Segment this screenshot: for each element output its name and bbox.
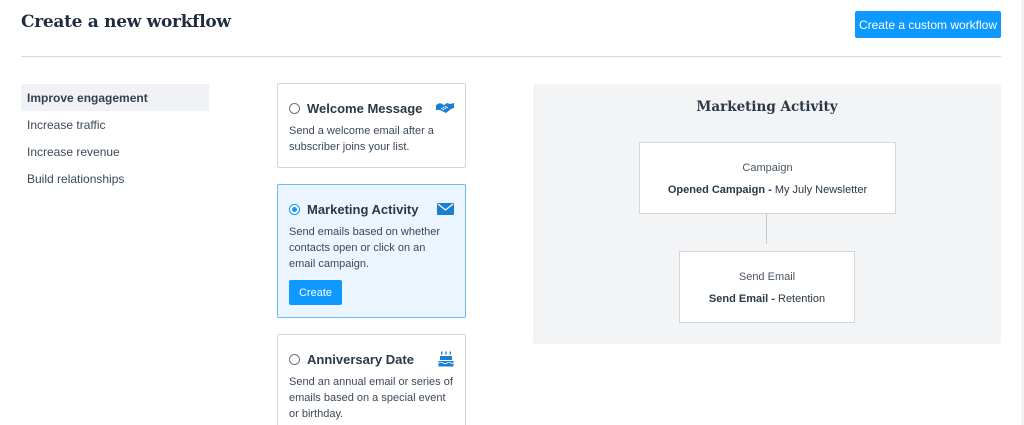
sidebar-item-build-relationships[interactable]: Build relationships [21, 165, 209, 192]
envelope-icon [436, 201, 454, 217]
sidebar-item-increase-traffic[interactable]: Increase traffic [21, 111, 209, 138]
workflow-node-send-email: Send Email Send Email - Retention [679, 251, 855, 323]
node-label: Campaign [742, 162, 793, 174]
template-description: Send an annual email or series of emails… [289, 376, 453, 420]
node-detail-strong: Send Email - [708, 293, 775, 305]
cake-icon [436, 351, 454, 367]
node-label: Send Email [738, 271, 796, 283]
node-detail: Opened Campaign - My July Newsletter [640, 184, 895, 196]
template-card-anniversary-date[interactable]: Anniversary Date Send an annual email or… [277, 334, 466, 425]
sidebar-item-label: Increase traffic [27, 117, 106, 132]
sidebar-item-label: Increase revenue [27, 144, 120, 159]
workflow-preview-panel: Marketing Activity Campaign Opened Campa… [533, 84, 1001, 344]
template-card-marketing-activity[interactable]: Marketing Activity Send emails based on … [277, 184, 466, 318]
template-title: Anniversary Date [307, 351, 414, 367]
template-radio[interactable] [289, 353, 300, 365]
preview-title: Marketing Activity [696, 99, 838, 115]
template-radio[interactable] [289, 102, 300, 114]
workflow-connector [766, 213, 767, 244]
create-button[interactable]: Create [289, 280, 342, 305]
header-divider [21, 56, 1001, 57]
create-custom-workflow-button[interactable]: Create a custom workflow [855, 11, 1001, 38]
handshake-icon [436, 100, 454, 116]
template-description: Send emails based on whether contacts op… [289, 226, 441, 270]
node-detail-rest: My July Newsletter [771, 184, 868, 196]
page-title: Create a new workflow [21, 12, 231, 32]
template-radio[interactable] [289, 203, 300, 215]
node-detail-strong: Opened Campaign - [667, 184, 772, 196]
goal-sidebar: Improve engagement Increase traffic Incr… [21, 84, 209, 192]
sidebar-item-label: Build relationships [27, 171, 125, 186]
template-title: Marketing Activity [307, 201, 419, 217]
template-card-welcome-message[interactable]: Welcome Message Send a welcome email aft… [277, 83, 466, 168]
template-title: Welcome Message [307, 100, 423, 116]
workflow-node-campaign: Campaign Opened Campaign - My July Newsl… [639, 142, 896, 214]
node-detail-rest: Retention [774, 293, 826, 305]
node-detail: Send Email - Retention [680, 293, 854, 305]
sidebar-item-increase-revenue[interactable]: Increase revenue [21, 138, 209, 165]
sidebar-item-improve-engagement[interactable]: Improve engagement [21, 84, 209, 111]
sidebar-item-label: Improve engagement [27, 90, 148, 105]
template-description: Send a welcome email after a subscriber … [289, 125, 434, 153]
